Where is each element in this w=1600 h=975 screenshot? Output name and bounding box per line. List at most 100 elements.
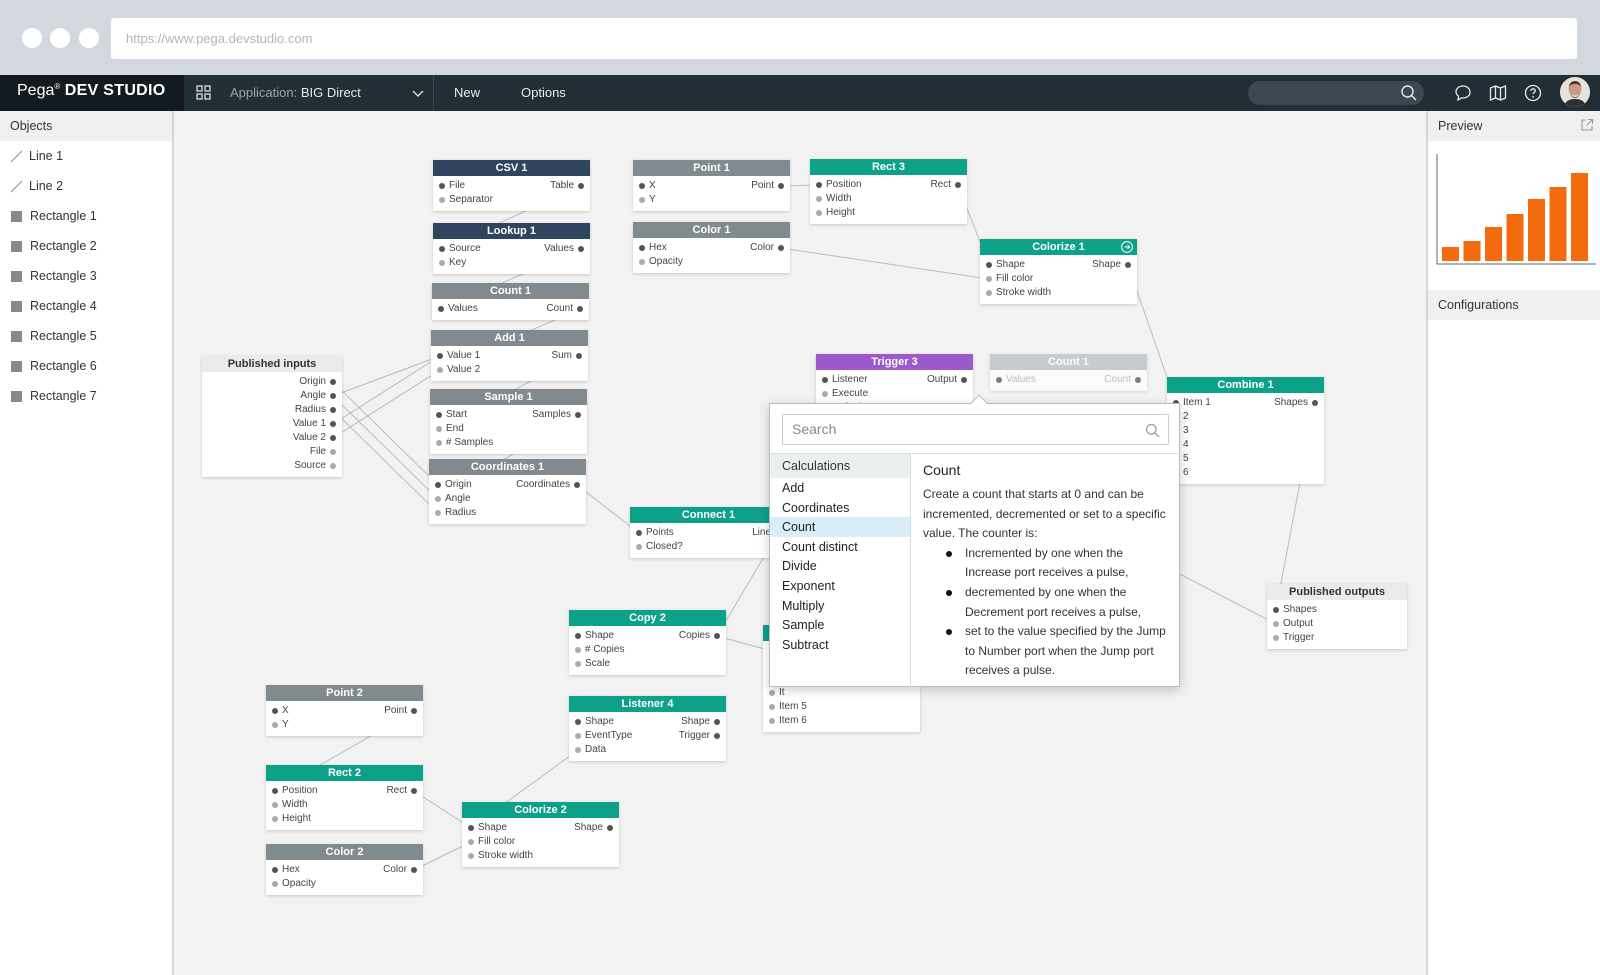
window-close-dot[interactable] <box>22 28 42 48</box>
menu-options[interactable]: Options <box>521 85 566 100</box>
output-port[interactable] <box>574 482 580 488</box>
brand-logo[interactable]: Pega® DEV STUDIO <box>0 75 184 111</box>
menu-new[interactable]: New <box>454 85 480 100</box>
popup-item[interactable]: Count distinct <box>770 537 910 557</box>
node-colorize2[interactable]: Colorize 2 Shape Shape Fill color Stroke wid… <box>462 802 619 867</box>
node-title[interactable]: Colorize 1 <box>980 239 1137 255</box>
output-port[interactable] <box>330 393 336 399</box>
node-lookup1[interactable]: Lookup 1 Source Values Key <box>433 223 590 274</box>
input-port[interactable] <box>435 482 441 488</box>
input-port[interactable] <box>996 377 1002 383</box>
node-copy2[interactable]: Copy 2 Shape Copies # Copies Scale <box>569 610 726 675</box>
node-title[interactable]: Trigger 3 <box>816 354 973 370</box>
node-title[interactable]: Coordinates 1 <box>429 459 586 475</box>
input-port[interactable] <box>436 412 442 418</box>
node-title[interactable]: Point 1 <box>633 160 790 176</box>
input-port[interactable] <box>439 246 445 252</box>
input-port[interactable] <box>636 530 642 536</box>
node-point2[interactable]: Point 2 X Point Y <box>266 685 423 736</box>
input-port[interactable] <box>816 210 822 216</box>
output-port[interactable] <box>607 825 613 831</box>
chevron-down-icon[interactable] <box>410 84 426 102</box>
input-port[interactable] <box>272 881 278 887</box>
input-port[interactable] <box>769 704 775 710</box>
node-title[interactable]: Color 2 <box>266 844 423 860</box>
node-title[interactable]: Color 1 <box>633 222 790 238</box>
output-port[interactable] <box>578 246 584 252</box>
wire[interactable] <box>780 247 990 280</box>
output-port[interactable] <box>955 182 961 188</box>
node-canvas[interactable]: CSV 1 File Table Separator Lookup 1 Source Val… <box>174 111 1426 975</box>
object-item[interactable]: Rectangle 5 <box>0 321 172 351</box>
output-port[interactable] <box>411 708 417 714</box>
popup-item[interactable]: Add <box>770 478 910 498</box>
node-title[interactable]: Published inputs <box>202 356 342 372</box>
node-title[interactable]: CSV 1 <box>433 160 590 176</box>
input-port[interactable] <box>468 825 474 831</box>
output-port[interactable] <box>578 183 584 189</box>
node-title[interactable]: Count 1 <box>990 354 1147 370</box>
output-port[interactable] <box>330 435 336 441</box>
popup-item[interactable]: Sample <box>770 615 910 635</box>
map-icon[interactable] <box>1488 83 1508 103</box>
node-add1[interactable]: Add 1 Value 1 Sum Value 2 <box>431 330 588 381</box>
output-port[interactable] <box>330 463 336 469</box>
input-port[interactable] <box>769 718 775 724</box>
input-port[interactable] <box>575 733 581 739</box>
output-port[interactable] <box>1312 400 1318 406</box>
node-coords1[interactable]: Coordinates 1 Origin Coordinates Angle Radiu… <box>429 459 586 524</box>
popup-item[interactable]: Coordinates <box>770 498 910 518</box>
popout-icon[interactable] <box>1580 118 1594 132</box>
input-port[interactable] <box>986 276 992 282</box>
output-port[interactable] <box>411 867 417 873</box>
user-avatar[interactable] <box>1560 77 1590 107</box>
output-port[interactable] <box>778 245 784 251</box>
input-port[interactable] <box>436 426 442 432</box>
wire[interactable] <box>332 409 439 514</box>
object-item[interactable]: Line 2 <box>0 171 172 201</box>
wire[interactable] <box>332 395 439 500</box>
node-count1a[interactable]: Count 1 Values Count <box>432 283 589 320</box>
object-item[interactable]: Line 1 <box>0 141 172 171</box>
object-item[interactable]: Rectangle 2 <box>0 231 172 261</box>
node-rect3[interactable]: Rect 3 Position Rect Width Height <box>810 159 967 224</box>
input-port[interactable] <box>468 839 474 845</box>
output-port[interactable] <box>778 183 784 189</box>
popup-item[interactable]: Count <box>770 517 910 537</box>
input-port[interactable] <box>639 245 645 251</box>
input-port[interactable] <box>435 496 441 502</box>
input-port[interactable] <box>1273 607 1279 613</box>
input-port[interactable] <box>986 262 992 268</box>
node-title[interactable]: Published outputs <box>1267 584 1407 600</box>
node-csv1[interactable]: CSV 1 File Table Separator <box>433 160 590 211</box>
input-port[interactable] <box>272 722 278 728</box>
node-title[interactable]: Rect 2 <box>266 765 423 781</box>
input-port[interactable] <box>575 633 581 639</box>
window-minimize-dot[interactable] <box>50 28 70 48</box>
node-combine1[interactable]: Combine 1 Item 1 Shapes 2 3 4 5 6 <box>1167 377 1324 484</box>
window-maximize-dot[interactable] <box>79 28 99 48</box>
output-port[interactable] <box>330 407 336 413</box>
input-port[interactable] <box>272 788 278 794</box>
output-port[interactable] <box>576 353 582 359</box>
input-port[interactable] <box>575 647 581 653</box>
object-item[interactable]: Rectangle 7 <box>0 381 172 411</box>
input-port[interactable] <box>439 260 445 266</box>
output-port[interactable] <box>411 788 417 794</box>
popup-item[interactable]: Divide <box>770 556 910 576</box>
wire[interactable] <box>332 369 441 439</box>
node-title[interactable]: Listener 4 <box>569 696 726 712</box>
input-port[interactable] <box>822 377 828 383</box>
object-item[interactable]: Rectangle 4 <box>0 291 172 321</box>
input-port[interactable] <box>272 867 278 873</box>
node-connect1[interactable]: Connect 1 Points Line Closed? <box>630 507 787 558</box>
input-port[interactable] <box>639 259 645 265</box>
node-title[interactable]: Rect 3 <box>810 159 967 175</box>
node-title[interactable]: Colorize 2 <box>462 802 619 818</box>
url-bar[interactable]: https://www.pega.devstudio.com <box>111 18 1577 59</box>
apps-grid-icon[interactable] <box>194 83 214 103</box>
wire[interactable] <box>332 381 439 486</box>
object-item[interactable]: Rectangle 6 <box>0 351 172 381</box>
application-selector[interactable]: Application: BIG Direct <box>230 85 361 100</box>
node-title[interactable]: Connect 1 <box>630 507 787 523</box>
